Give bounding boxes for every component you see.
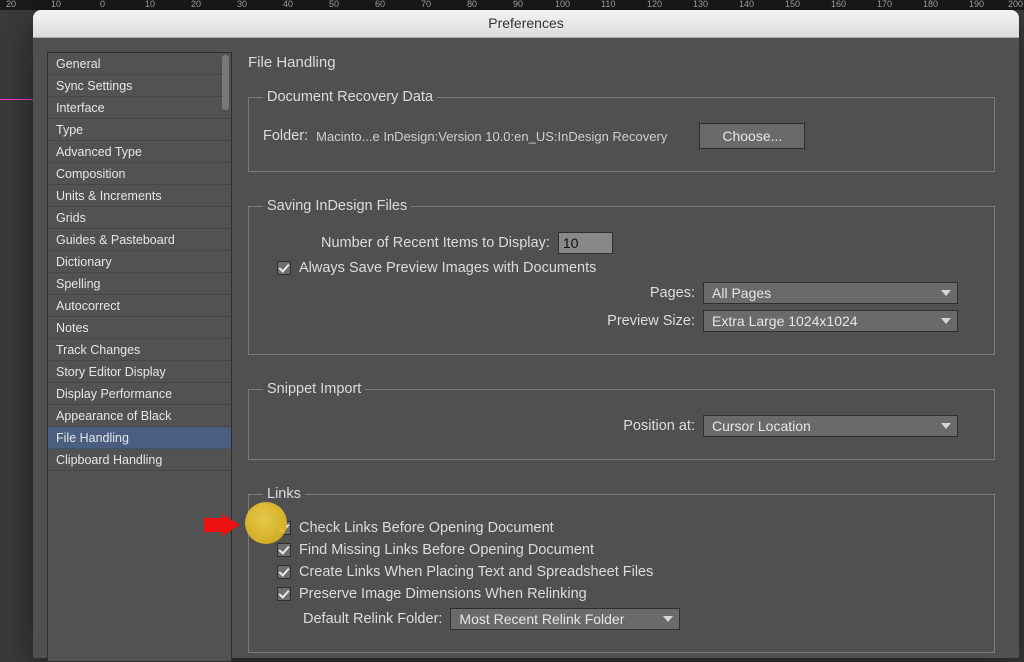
choose-button[interactable]: Choose...	[699, 123, 805, 149]
chevron-down-icon	[941, 423, 951, 429]
select-value: Most Recent Relink Folder	[459, 611, 624, 627]
position-label: Position at:	[435, 418, 695, 434]
sidebar-item-spelling[interactable]: Spelling	[48, 273, 231, 295]
sidebar-item-label: Appearance of Black	[56, 409, 171, 423]
sidebar-item-units[interactable]: Units & Increments	[48, 185, 231, 207]
sidebar-item-label: Sync Settings	[56, 79, 132, 93]
relink-folder-select[interactable]: Most Recent Relink Folder	[450, 608, 680, 630]
sidebar-item-interface[interactable]: Interface	[48, 97, 231, 119]
group-legend: Snippet Import	[263, 381, 365, 397]
scrollbar-thumb[interactable]	[222, 55, 229, 110]
sidebar-item-label: Units & Increments	[56, 189, 162, 203]
chevron-down-icon	[941, 290, 951, 296]
sidebar-item-label: Display Performance	[56, 387, 172, 401]
group-saving: Saving InDesign Files Number of Recent I…	[248, 198, 995, 355]
sidebar-item-label: Clipboard Handling	[56, 453, 162, 467]
folder-label: Folder:	[263, 128, 308, 144]
ruler: 20 10 0 10 20 30 40 50 60 70 80 90 100 1…	[0, 0, 1024, 10]
sidebar-item-file-handling[interactable]: File Handling	[48, 427, 231, 449]
sidebar-item-appearance-black[interactable]: Appearance of Black	[48, 405, 231, 427]
guide-line	[0, 99, 33, 100]
sidebar-item-story-editor[interactable]: Story Editor Display	[48, 361, 231, 383]
recovery-folder-path: Macinto...e InDesign:Version 10.0:en_US:…	[316, 129, 667, 144]
select-value: Extra Large 1024x1024	[712, 313, 858, 329]
sidebar-item-sync-settings[interactable]: Sync Settings	[48, 75, 231, 97]
sidebar-item-label: General	[56, 57, 100, 71]
sidebar-item-type[interactable]: Type	[48, 119, 231, 141]
sidebar-item-label: File Handling	[56, 431, 129, 445]
sidebar-item-label: Spelling	[56, 277, 100, 291]
pages-select[interactable]: All Pages	[703, 282, 958, 304]
recent-items-label: Number of Recent Items to Display:	[321, 235, 550, 251]
page-heading: File Handling	[248, 54, 995, 71]
sidebar-item-label: Type	[56, 123, 83, 137]
sidebar-item-label: Dictionary	[56, 255, 112, 269]
group-links: Links Check Links Before Opening Documen…	[248, 486, 995, 653]
sidebar-item-label: Grids	[56, 211, 86, 225]
group-legend: Links	[263, 486, 305, 502]
group-snippet: Snippet Import Position at: Cursor Locat…	[248, 381, 995, 460]
create-links-checkbox[interactable]	[277, 565, 291, 579]
sidebar-item-label: Composition	[56, 167, 125, 181]
preview-images-label: Always Save Preview Images with Document…	[299, 260, 596, 276]
find-missing-checkbox[interactable]	[277, 543, 291, 557]
sidebar-item-clipboard[interactable]: Clipboard Handling	[48, 449, 231, 471]
preferences-sidebar: General Sync Settings Interface Type Adv…	[47, 52, 232, 662]
check-links-label: Check Links Before Opening Document	[299, 520, 554, 536]
chevron-down-icon	[663, 616, 673, 622]
sidebar-item-label: Advanced Type	[56, 145, 142, 159]
preferences-dialog: Preferences General Sync Settings Interf…	[33, 10, 1019, 658]
group-legend: Saving InDesign Files	[263, 198, 411, 214]
sidebar-item-guides[interactable]: Guides & Pasteboard	[48, 229, 231, 251]
select-value: All Pages	[712, 285, 771, 301]
sidebar-item-notes[interactable]: Notes	[48, 317, 231, 339]
preserve-dims-checkbox[interactable]	[277, 587, 291, 601]
preview-size-select[interactable]: Extra Large 1024x1024	[703, 310, 958, 332]
preview-size-label: Preview Size:	[435, 313, 695, 329]
button-label: Choose...	[722, 128, 782, 144]
check-links-checkbox[interactable]	[277, 521, 291, 535]
position-select[interactable]: Cursor Location	[703, 415, 958, 437]
dialog-title: Preferences	[488, 15, 563, 31]
pages-label: Pages:	[435, 285, 695, 301]
sidebar-item-display-perf[interactable]: Display Performance	[48, 383, 231, 405]
sidebar-item-label: Track Changes	[56, 343, 140, 357]
sidebar-item-label: Guides & Pasteboard	[56, 233, 175, 247]
relink-folder-label: Default Relink Folder:	[303, 611, 442, 627]
preview-images-checkbox[interactable]	[277, 261, 291, 275]
sidebar-item-autocorrect[interactable]: Autocorrect	[48, 295, 231, 317]
recent-items-input[interactable]	[558, 232, 613, 254]
sidebar-item-grids[interactable]: Grids	[48, 207, 231, 229]
find-missing-label: Find Missing Links Before Opening Docume…	[299, 542, 594, 558]
sidebar-item-label: Autocorrect	[56, 299, 120, 313]
preferences-main: File Handling Document Recovery Data Fol…	[246, 52, 1005, 662]
dialog-titlebar: Preferences	[33, 10, 1019, 38]
sidebar-item-composition[interactable]: Composition	[48, 163, 231, 185]
sidebar-item-dictionary[interactable]: Dictionary	[48, 251, 231, 273]
sidebar-item-label: Interface	[56, 101, 105, 115]
sidebar-item-track-changes[interactable]: Track Changes	[48, 339, 231, 361]
select-value: Cursor Location	[712, 418, 811, 434]
preserve-dims-label: Preserve Image Dimensions When Relinking	[299, 586, 587, 602]
sidebar-item-label: Story Editor Display	[56, 365, 166, 379]
create-links-label: Create Links When Placing Text and Sprea…	[299, 564, 653, 580]
chevron-down-icon	[941, 318, 951, 324]
sidebar-item-general[interactable]: General	[48, 53, 231, 75]
group-legend: Document Recovery Data	[263, 89, 437, 105]
sidebar-item-advanced-type[interactable]: Advanced Type	[48, 141, 231, 163]
group-recovery: Document Recovery Data Folder: Macinto..…	[248, 89, 995, 172]
sidebar-item-label: Notes	[56, 321, 89, 335]
